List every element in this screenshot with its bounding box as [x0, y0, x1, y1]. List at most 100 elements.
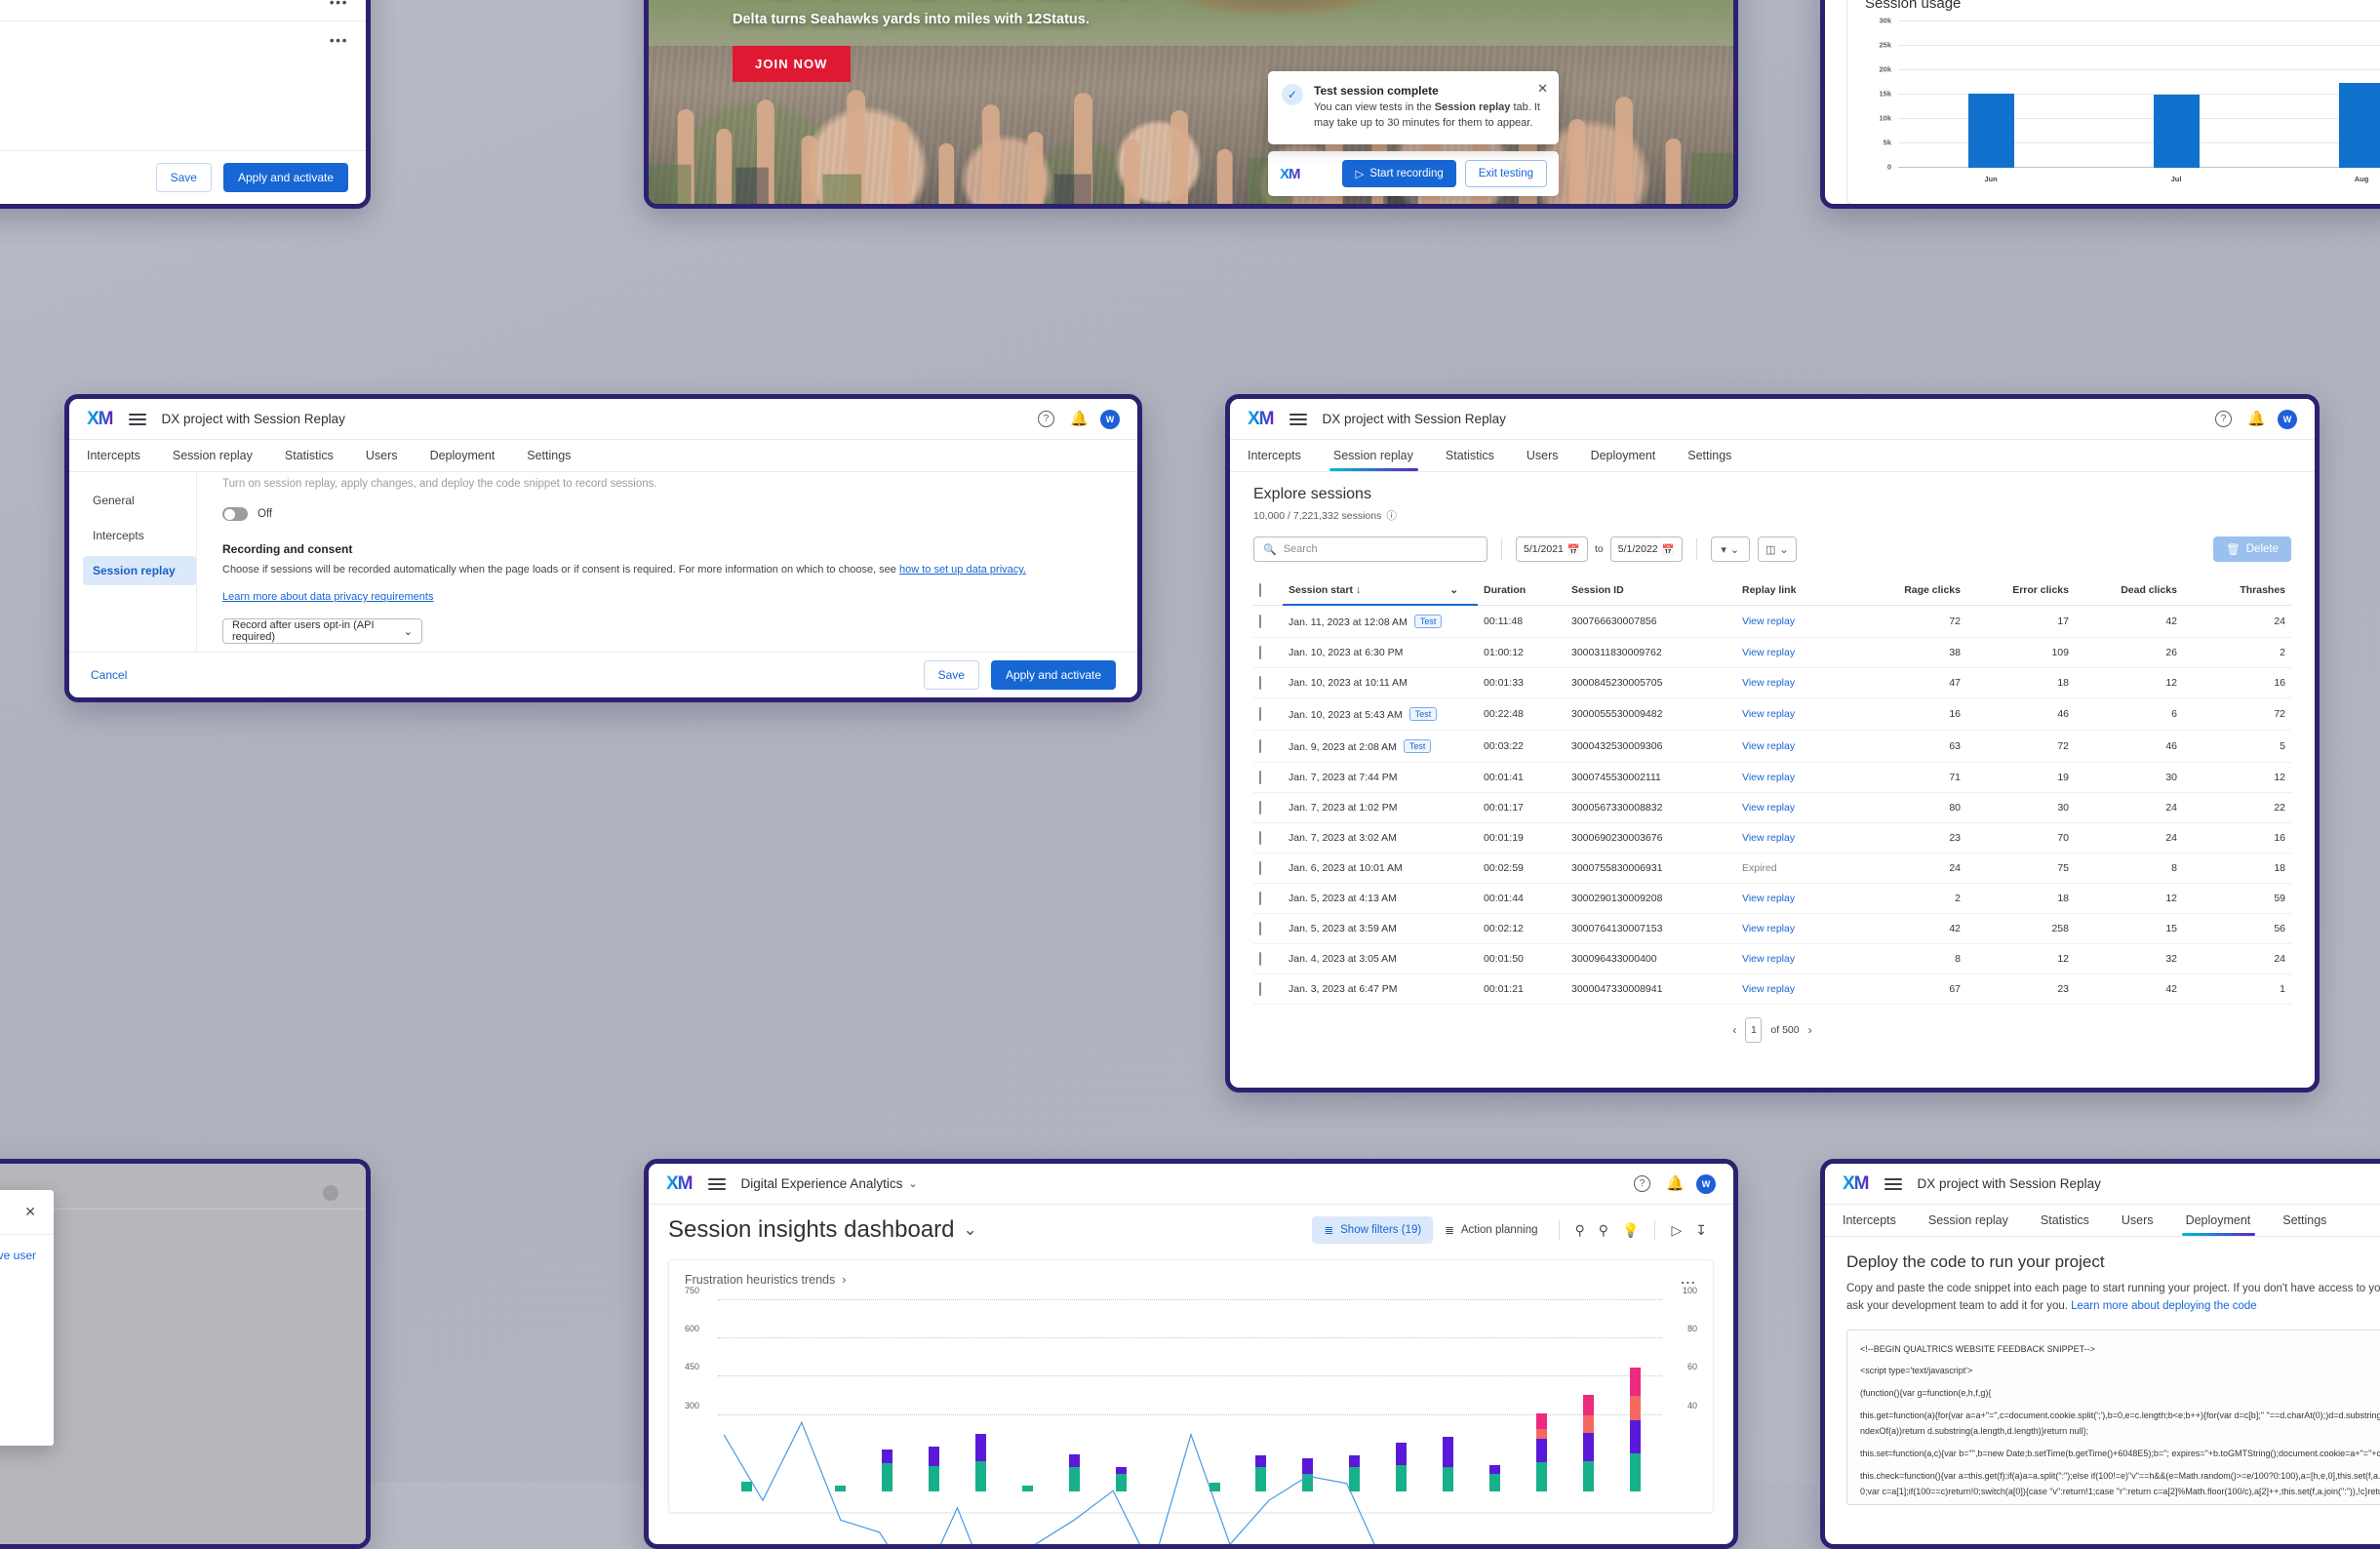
- notifications-icon[interactable]: 🔔: [1666, 1176, 1681, 1192]
- date-from-input[interactable]: 5/1/2021 📅: [1516, 536, 1588, 562]
- tab-deployment[interactable]: Deployment: [2186, 1205, 2270, 1236]
- row-checkbox[interactable]: [1259, 892, 1261, 905]
- play-icon[interactable]: ▷: [1664, 1222, 1688, 1239]
- tab-deployment[interactable]: Deployment: [1591, 440, 1675, 471]
- save-button[interactable]: Save: [156, 163, 212, 192]
- menu-icon[interactable]: [708, 1178, 726, 1190]
- table-row[interactable]: p|https):\/\/www.example.com\/Open-Box\/…: [0, 20, 366, 59]
- row-checkbox[interactable]: [1259, 831, 1261, 845]
- table-row[interactable]: p|https):\/\/www.example.com\/Open-Box\/…: [0, 0, 366, 20]
- tab-users[interactable]: Users: [1527, 440, 1577, 471]
- cell-replay-link[interactable]: View replay: [1736, 606, 1858, 638]
- row-checkbox[interactable]: [1259, 861, 1261, 875]
- insights-bulb-icon[interactable]: 💡: [1615, 1222, 1646, 1239]
- search-data-icon[interactable]: ⚲: [1592, 1222, 1615, 1239]
- info-icon[interactable]: ⓘ: [1386, 508, 1397, 523]
- col-dead-clicks[interactable]: Dead clicks: [2075, 576, 2183, 606]
- bar[interactable]: [1968, 94, 2014, 169]
- help-icon[interactable]: ?: [1634, 1175, 1650, 1192]
- tab-deployment[interactable]: Deployment: [430, 440, 514, 471]
- search-text-icon[interactable]: ⚲: [1568, 1222, 1592, 1239]
- sidebar-item-general[interactable]: General: [83, 486, 196, 515]
- table-row[interactable]: Jan. 4, 2023 at 3:05 AM00:01:50300096433…: [1253, 944, 2291, 974]
- cell-replay-link[interactable]: View replay: [1736, 914, 1858, 944]
- save-button[interactable]: Save: [924, 660, 979, 690]
- table-row[interactable]: Jan. 7, 2023 at 7:44 PM00:01:41300074553…: [1253, 763, 2291, 793]
- tab-intercepts[interactable]: Intercepts: [1843, 1205, 1915, 1236]
- help-icon[interactable]: ?: [2215, 411, 2232, 427]
- row-checkbox[interactable]: [1259, 801, 1261, 814]
- row-checkbox[interactable]: [1259, 952, 1261, 966]
- columns-button[interactable]: ◫⌄: [1758, 536, 1797, 562]
- col-replay-link[interactable]: Replay link: [1736, 576, 1858, 606]
- chevron-right-icon[interactable]: ›: [842, 1273, 846, 1287]
- cell-replay-link[interactable]: View replay: [1736, 823, 1858, 854]
- avatar[interactable]: W: [1100, 410, 1120, 429]
- show-filters-button[interactable]: ≣ Show filters (19): [1312, 1216, 1433, 1244]
- avatar[interactable]: W: [1696, 1174, 1716, 1194]
- tab-users[interactable]: Users: [366, 440, 416, 471]
- cell-replay-link[interactable]: View replay: [1736, 763, 1858, 793]
- action-planning-button[interactable]: ≣ Action planning: [1433, 1216, 1549, 1244]
- code-snippet[interactable]: <!--BEGIN QUALTRICS WEBSITE FEEDBACK SNI…: [1846, 1330, 2380, 1505]
- row-menu-icon[interactable]: •••: [330, 0, 348, 10]
- tab-statistics[interactable]: Statistics: [1446, 440, 1513, 471]
- tab-settings[interactable]: Settings: [2282, 1205, 2345, 1236]
- row-checkbox[interactable]: [1259, 615, 1261, 628]
- select-all-checkbox[interactable]: [1259, 583, 1261, 597]
- col-duration[interactable]: Duration: [1478, 576, 1566, 606]
- bar[interactable]: [2339, 83, 2380, 168]
- tab-settings[interactable]: Settings: [527, 440, 589, 471]
- chevron-down-icon[interactable]: ⌄: [1449, 584, 1458, 596]
- prev-page-button[interactable]: ‹: [1732, 1023, 1736, 1037]
- delete-button[interactable]: 🗑 Delete: [2213, 536, 2291, 562]
- table-row[interactable]: Jan. 10, 2023 at 6:30 PM01:00:1230003118…: [1253, 638, 2291, 668]
- menu-icon[interactable]: [129, 414, 146, 425]
- table-row[interactable]: Jan. 3, 2023 at 6:47 PM00:01:21300004733…: [1253, 974, 2291, 1005]
- help-icon[interactable]: ?: [1038, 411, 1054, 427]
- table-row[interactable]: Jan. 6, 2023 at 10:01 AM00:02:5930007558…: [1253, 854, 2291, 884]
- tab-intercepts[interactable]: Intercepts: [87, 440, 159, 471]
- row-checkbox[interactable]: [1259, 676, 1261, 690]
- table-row[interactable]: Jan. 10, 2023 at 5:43 AMTest00:22:483000…: [1253, 698, 2291, 731]
- tab-session-replay[interactable]: Session replay: [173, 440, 271, 471]
- join-now-button[interactable]: JOIN NOW: [733, 46, 851, 82]
- col-session-id[interactable]: Session ID: [1566, 576, 1736, 606]
- start-recording-button[interactable]: ▷ Start recording: [1342, 160, 1455, 187]
- close-icon[interactable]: ✕: [1537, 81, 1548, 97]
- row-checkbox[interactable]: [1259, 982, 1261, 996]
- table-row[interactable]: Jan. 9, 2023 at 2:08 AMTest00:03:2230004…: [1253, 731, 2291, 763]
- row-checkbox[interactable]: [1259, 646, 1261, 659]
- chevron-down-icon[interactable]: ⌄: [908, 1177, 917, 1190]
- permission-publish[interactable]: ✓Publish: [0, 1416, 36, 1428]
- cancel-button[interactable]: Cancel: [91, 668, 127, 682]
- filter-button[interactable]: ▾⌄: [1711, 536, 1750, 562]
- cell-replay-link[interactable]: View replay: [1736, 638, 1858, 668]
- tab-settings[interactable]: Settings: [1687, 440, 1750, 471]
- cell-replay-link[interactable]: View replay: [1736, 668, 1858, 698]
- notifications-icon[interactable]: 🔔: [2247, 412, 2262, 427]
- session-replay-toggle[interactable]: [222, 507, 248, 521]
- avatar[interactable]: [323, 1185, 338, 1201]
- table-row[interactable]: Jan. 5, 2023 at 3:59 AM00:02:12300076413…: [1253, 914, 2291, 944]
- apply-and-activate-button[interactable]: Apply and activate: [223, 163, 348, 192]
- notifications-icon[interactable]: 🔔: [1070, 412, 1085, 427]
- permission-edit[interactable]: ✓Edit: [0, 1396, 36, 1408]
- menu-icon[interactable]: [1884, 1178, 1902, 1190]
- col-session-start[interactable]: Session start ↓ ⌄: [1283, 576, 1478, 606]
- page-number-input[interactable]: 1: [1745, 1017, 1762, 1043]
- tab-statistics[interactable]: Statistics: [2041, 1205, 2108, 1236]
- table-row[interactable]: Jan. 11, 2023 at 12:08 AMTest00:11:48300…: [1253, 606, 2291, 638]
- next-page-button[interactable]: ›: [1808, 1023, 1812, 1037]
- cell-replay-link[interactable]: View replay: [1736, 698, 1858, 731]
- menu-icon[interactable]: [1289, 414, 1307, 425]
- table-row[interactable]: Jan. 5, 2023 at 4:13 AM00:01:44300029013…: [1253, 884, 2291, 914]
- cell-replay-link[interactable]: View replay: [1736, 731, 1858, 763]
- row-checkbox[interactable]: [1259, 922, 1261, 935]
- download-icon[interactable]: ↧: [1688, 1222, 1714, 1239]
- learn-more-deploying-link[interactable]: Learn more about deploying the code: [2071, 1300, 2257, 1312]
- close-icon[interactable]: ✕: [24, 1204, 36, 1220]
- cell-replay-link[interactable]: View replay: [1736, 884, 1858, 914]
- row-checkbox[interactable]: [1259, 771, 1261, 784]
- row-menu-icon[interactable]: •••: [330, 32, 348, 48]
